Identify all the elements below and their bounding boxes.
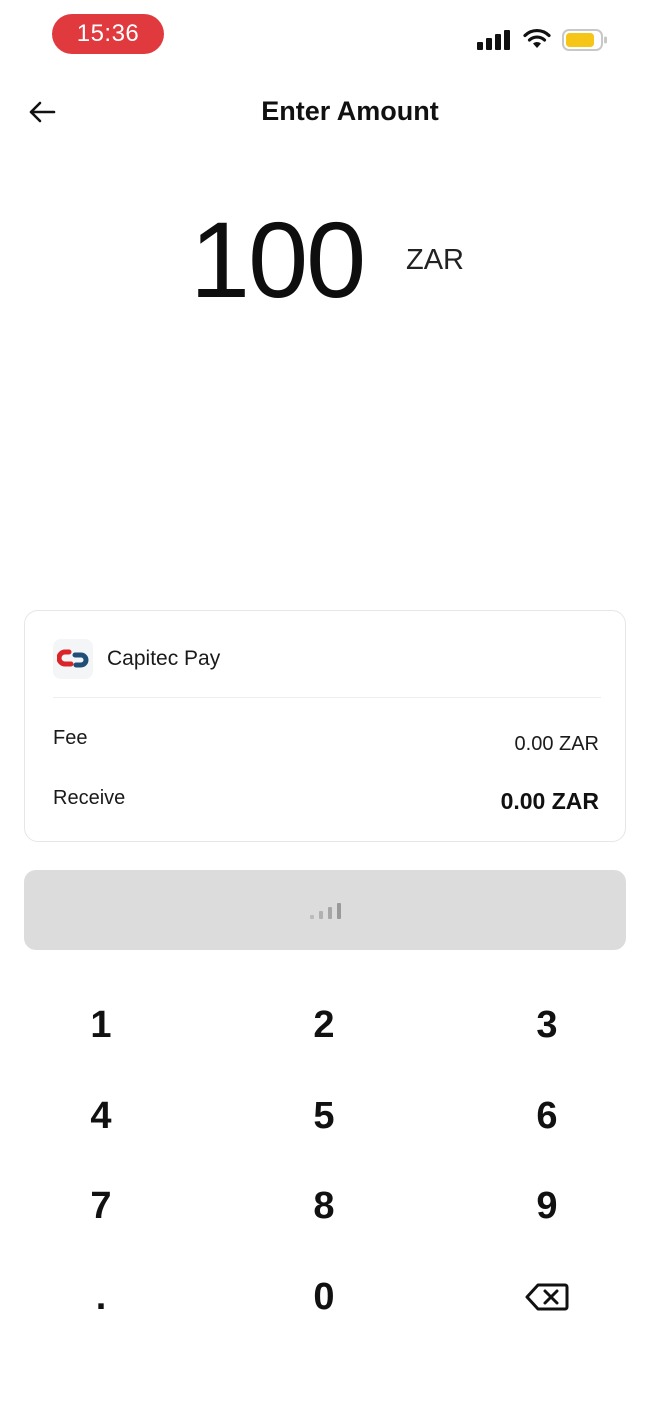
status-bar: 15:36	[0, 0, 646, 70]
card-divider	[53, 697, 601, 698]
key-5[interactable]: 5	[264, 1081, 384, 1151]
key-decimal[interactable]: .	[41, 1262, 161, 1332]
payment-method-row[interactable]: Capitec Pay	[53, 639, 601, 679]
loading-bars-icon	[309, 901, 341, 919]
amount-currency: ZAR	[406, 244, 464, 276]
fee-value: 0.00 ZAR	[514, 732, 599, 755]
key-3[interactable]: 3	[487, 990, 607, 1060]
receive-label: Receive	[53, 786, 126, 809]
status-time: 15:36	[52, 14, 164, 54]
fee-row: Fee 0.00 ZAR	[53, 717, 599, 759]
battery-icon	[562, 29, 607, 51]
key-4[interactable]: 4	[41, 1081, 161, 1151]
key-0[interactable]: 0	[264, 1262, 384, 1332]
capitec-logo-icon	[53, 639, 93, 679]
header: Enter Amount	[0, 80, 646, 144]
page-title: Enter Amount	[261, 96, 439, 126]
fee-label: Fee	[53, 726, 88, 749]
signal-icon	[477, 28, 511, 50]
key-2[interactable]: 2	[264, 990, 384, 1060]
key-6[interactable]: 6	[487, 1081, 607, 1151]
wifi-icon	[523, 28, 551, 48]
payment-method-name: Capitec Pay	[107, 647, 221, 670]
amount-value: 100	[190, 199, 366, 320]
key-1[interactable]: 1	[41, 990, 161, 1060]
backspace-icon	[525, 1283, 569, 1311]
continue-button[interactable]	[24, 870, 626, 950]
amount-display: 100 ZAR	[0, 200, 646, 320]
payment-summary-card: Capitec Pay Fee 0.00 ZAR Receive 0.00 ZA…	[24, 610, 626, 842]
key-9[interactable]: 9	[487, 1171, 607, 1241]
key-8[interactable]: 8	[264, 1171, 384, 1241]
receive-row: Receive 0.00 ZAR	[53, 777, 599, 819]
key-7[interactable]: 7	[41, 1171, 161, 1241]
backspace-button[interactable]	[487, 1262, 607, 1332]
receive-value: 0.00 ZAR	[500, 787, 599, 814]
